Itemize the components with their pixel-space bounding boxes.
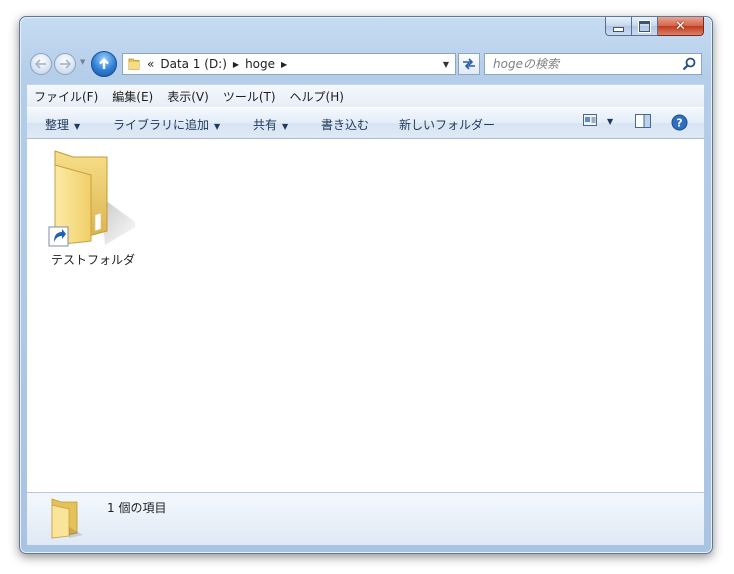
dropdown-arrow-icon: ▼ <box>74 122 81 131</box>
menu-help[interactable]: ヘルプ(H) <box>283 88 351 105</box>
menu-file[interactable]: ファイル(F) <box>27 88 105 105</box>
back-arrow-icon <box>35 59 46 69</box>
forward-arrow-icon <box>60 59 71 69</box>
breadcrumb-drive[interactable]: Data 1 (D:) <box>160 57 227 71</box>
share-button[interactable]: 共有 ▼ <box>253 116 288 133</box>
file-list-view[interactable]: テストフォルダ <box>27 139 704 492</box>
organize-button[interactable]: 整理 ▼ <box>45 116 80 133</box>
search-box <box>484 53 702 75</box>
menu-tools[interactable]: ツール(T) <box>216 88 283 105</box>
recent-pages-chevron-icon[interactable]: ▼ <box>80 58 85 66</box>
preview-pane-button[interactable] <box>635 114 651 131</box>
breadcrumb-separator-icon[interactable]: ▶ <box>233 60 239 69</box>
menu-bar: ファイル(F) 編集(E) 表示(V) ツール(T) ヘルプ(H) <box>27 84 704 107</box>
change-view-button[interactable] <box>583 114 597 129</box>
address-overflow-chevron[interactable]: « <box>147 57 154 71</box>
refresh-button[interactable] <box>458 53 480 75</box>
dropdown-arrow-icon: ▼ <box>282 122 289 131</box>
back-button[interactable] <box>30 53 52 75</box>
caption-buttons: ✕ <box>605 17 704 36</box>
explorer-window: ✕ ▼ « Data 1 (D:) ▶ hoge ▶ ▼ hogeの検索 ファイ… <box>19 16 713 554</box>
file-item-label: テストフォルダ <box>51 253 136 267</box>
item-count-text: 1 個の項目 <box>107 501 167 515</box>
add-to-library-button[interactable]: ライブラリに追加 ▼ <box>113 116 220 133</box>
refresh-icon <box>463 58 475 70</box>
minimize-icon <box>613 27 624 32</box>
menu-edit[interactable]: 編集(E) <box>105 88 160 105</box>
new-folder-button[interactable]: 新しいフォルダー <box>399 116 495 133</box>
maximize-button[interactable] <box>632 17 658 36</box>
up-button[interactable] <box>91 51 117 77</box>
dropdown-arrow-icon: ▼ <box>214 122 221 131</box>
address-bar[interactable]: « Data 1 (D:) ▶ hoge ▶ ▼ <box>122 53 456 75</box>
view-dropdown-arrow-icon[interactable]: ▼ <box>607 117 613 126</box>
view-options-icon <box>583 114 597 126</box>
burn-button[interactable]: 書き込む <box>321 116 369 133</box>
search-input[interactable] <box>491 56 685 72</box>
menu-view[interactable]: 表示(V) <box>160 88 216 105</box>
preview-pane-icon <box>635 114 651 128</box>
maximize-icon <box>639 20 650 32</box>
share-label: 共有 <box>253 118 278 132</box>
organize-label: 整理 <box>45 118 70 132</box>
minimize-button[interactable] <box>605 17 632 36</box>
add-to-library-label: ライブラリに追加 <box>113 118 210 132</box>
folder-icon <box>51 498 83 539</box>
folder-shortcut-icon <box>48 150 139 247</box>
search-icon[interactable] <box>682 57 696 71</box>
command-bar: 整理 ▼ ライブラリに追加 ▼ 共有 ▼ 書き込む 新しいフォルダー ▼ ? <box>27 107 704 139</box>
forward-button[interactable] <box>54 53 76 75</box>
help-icon: ? <box>671 114 688 131</box>
up-arrow-icon <box>99 57 109 69</box>
breadcrumb-folder[interactable]: hoge <box>245 57 275 71</box>
close-button[interactable]: ✕ <box>658 17 704 36</box>
help-button[interactable]: ? <box>671 114 688 134</box>
breadcrumb-separator-icon[interactable]: ▶ <box>281 60 287 69</box>
folder-icon <box>128 58 140 70</box>
svg-text:?: ? <box>676 117 682 130</box>
address-dropdown-icon[interactable]: ▼ <box>437 54 455 74</box>
file-item-folder-shortcut[interactable]: テストフォルダ <box>35 145 145 267</box>
close-icon: ✕ <box>675 18 686 34</box>
details-pane: 1 個の項目 <box>27 492 704 545</box>
navigation-bar: ▼ « Data 1 (D:) ▶ hoge ▶ ▼ <box>28 51 704 77</box>
